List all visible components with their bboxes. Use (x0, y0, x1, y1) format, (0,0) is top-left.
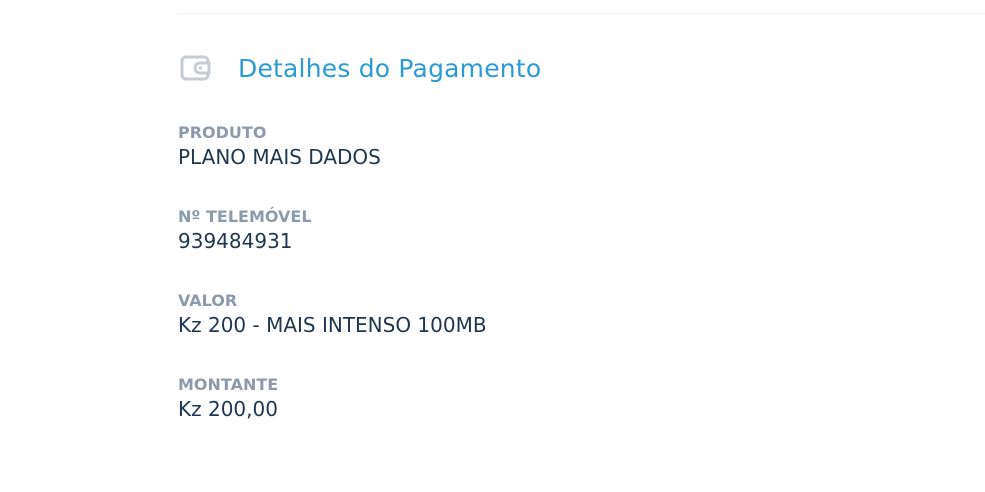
field-value: PLANO MAIS DADOS (178, 145, 381, 169)
payment-details-list: PRODUTO PLANO MAIS DADOS Nº TELEMÓVEL 93… (178, 122, 487, 458)
payment-details-header: Detalhes do Pagamento (180, 50, 541, 86)
field-value: Kz 200 - MAIS INTENSO 100MB (178, 313, 487, 337)
field-label: PRODUTO (178, 123, 267, 142)
field-value: 939484931 (178, 229, 293, 253)
field-phone-number: Nº TELEMÓVEL 939484931 (178, 206, 487, 290)
top-divider (178, 13, 985, 14)
wallet-icon (180, 52, 212, 84)
section-title: Detalhes do Pagamento (238, 53, 542, 83)
field-value: Kz 200,00 (178, 397, 278, 421)
field-label: Nº TELEMÓVEL (178, 207, 312, 226)
field-value-plan: VALOR Kz 200 - MAIS INTENSO 100MB (178, 290, 487, 374)
field-label: VALOR (178, 291, 238, 310)
field-product: PRODUTO PLANO MAIS DADOS (178, 122, 487, 206)
field-label: MONTANTE (178, 375, 279, 394)
field-amount: MONTANTE Kz 200,00 (178, 374, 487, 458)
